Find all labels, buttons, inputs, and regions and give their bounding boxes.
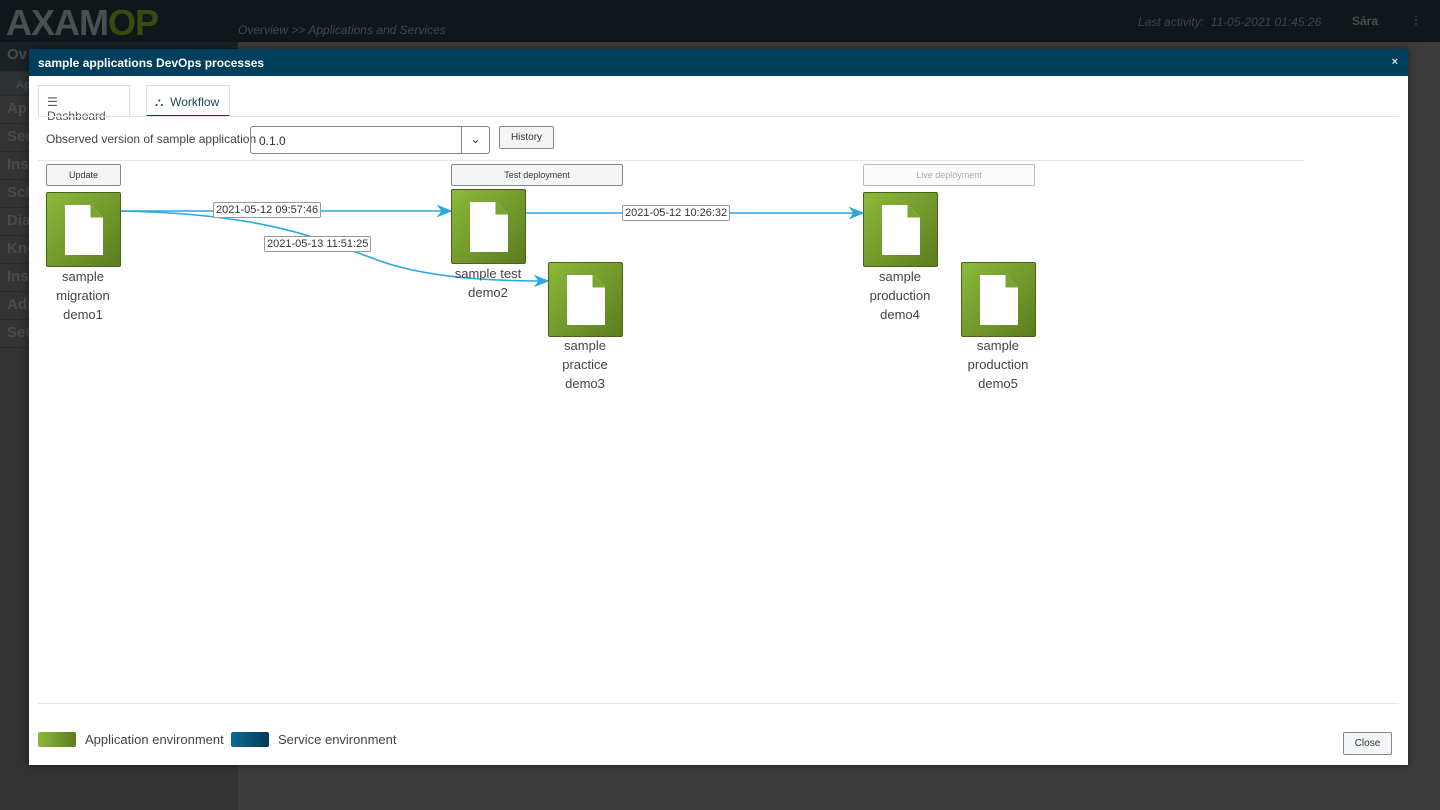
node-label: sample test demo2 xyxy=(454,266,522,300)
breadcrumb[interactable]: Overview >> Applications and Services xyxy=(238,23,446,37)
list-icon: ☰ xyxy=(47,95,58,109)
edge-label: 2021-05-12 10:26:32 xyxy=(622,205,731,221)
chevron-down-icon[interactable]: ⌄ xyxy=(461,126,490,154)
node-label: sample production demo4 xyxy=(869,269,931,322)
stage-update-button[interactable]: Update xyxy=(46,164,121,186)
top-bar: AXAMOP Overview >> Applications and Serv… xyxy=(0,0,1440,43)
more-menu-icon[interactable]: ⋮ xyxy=(1410,13,1422,27)
logo: AXAMOP xyxy=(6,2,159,43)
legend-swatch-application xyxy=(38,732,76,747)
sitemap-icon: ⛬ xyxy=(155,95,164,109)
close-button[interactable]: Close xyxy=(1343,732,1392,755)
edge-label: 2021-05-13 11:51:25 xyxy=(264,236,372,252)
version-select[interactable]: 0.1.0 xyxy=(250,126,490,154)
node-demo5[interactable] xyxy=(961,262,1036,337)
edge-label: 2021-05-12 09:57:46 xyxy=(213,202,322,218)
workflow-edges xyxy=(120,204,865,288)
close-icon[interactable]: × xyxy=(1392,56,1398,68)
legend-label: Application environment xyxy=(85,732,224,747)
last-activity: Last activity: 11-05-2021 01:45:26 xyxy=(1138,15,1322,29)
legend-label: Service environment xyxy=(278,732,397,747)
tab-dashboard[interactable]: ☰ Dashboard xyxy=(38,85,130,123)
divider xyxy=(38,116,1399,117)
user-name[interactable]: Sára xyxy=(1352,14,1378,28)
file-icon xyxy=(567,275,605,325)
node-demo3[interactable] xyxy=(548,262,623,337)
stage-live-deployment-button[interactable]: Live deployment xyxy=(863,164,1035,186)
file-icon xyxy=(980,275,1018,325)
history-button[interactable]: History xyxy=(499,126,554,149)
legend-swatch-service xyxy=(231,732,269,747)
version-label: Observed version of sample application xyxy=(46,132,257,146)
node-demo1[interactable] xyxy=(46,192,121,267)
divider xyxy=(38,703,1399,704)
tab-workflow[interactable]: ⛬ Workflow xyxy=(146,85,230,117)
file-icon xyxy=(470,202,508,252)
divider xyxy=(38,160,1304,161)
node-demo4[interactable] xyxy=(863,192,938,267)
node-label: sample practice demo3 xyxy=(562,338,608,391)
file-icon xyxy=(65,205,103,255)
modal-header: sample applications DevOps processes × xyxy=(29,49,1408,76)
modal-title: sample applications DevOps processes xyxy=(38,56,265,70)
devops-modal: sample applications DevOps processes × ☰… xyxy=(29,49,1408,765)
node-demo2[interactable] xyxy=(451,189,526,264)
stage-test-deployment-button[interactable]: Test deployment xyxy=(451,164,623,186)
node-label: sample migration demo1 xyxy=(56,269,110,322)
file-icon xyxy=(882,205,920,255)
node-label: sample production demo5 xyxy=(967,338,1029,391)
